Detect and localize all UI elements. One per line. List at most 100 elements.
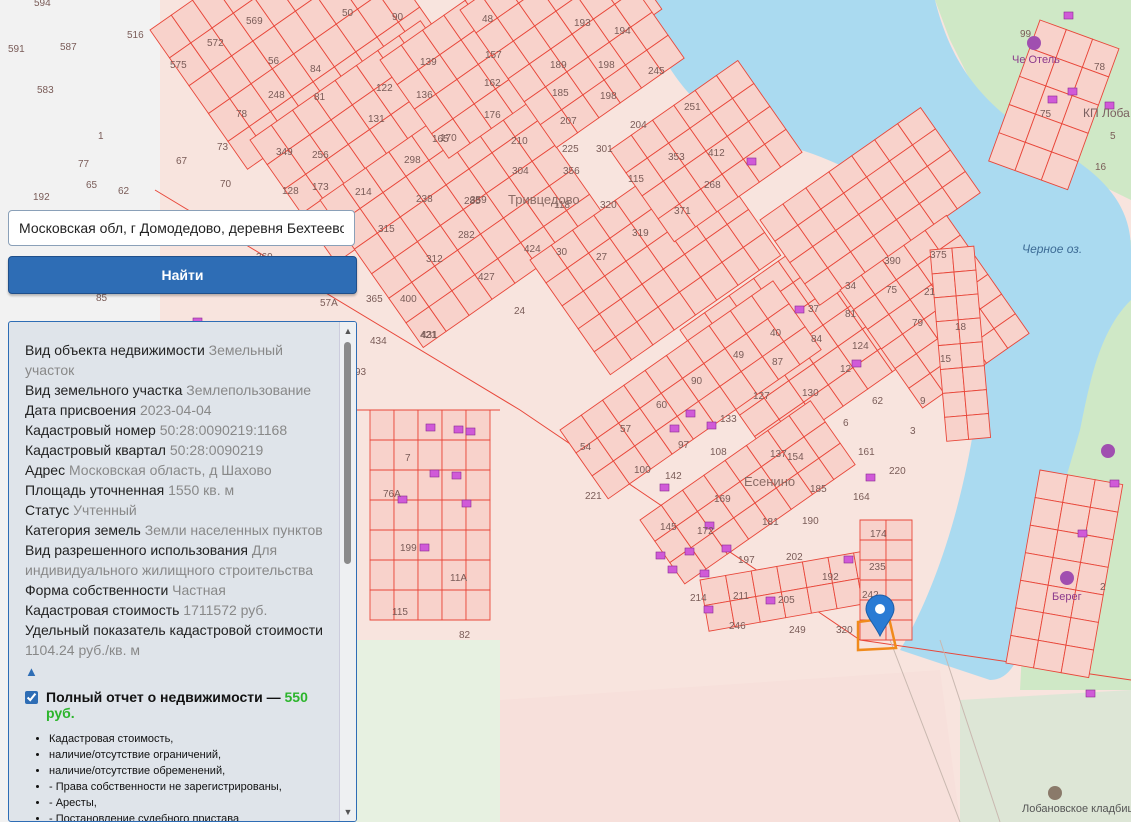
parcel[interactable] bbox=[776, 561, 808, 593]
parcel[interactable] bbox=[885, 519, 913, 541]
parcel[interactable] bbox=[393, 499, 419, 531]
parcel-number-label: 50 bbox=[342, 8, 354, 19]
parcel-number-label: 583 bbox=[37, 85, 54, 96]
parcel[interactable] bbox=[955, 293, 981, 321]
parcel[interactable] bbox=[417, 589, 443, 621]
parcel[interactable] bbox=[465, 439, 491, 471]
parcel[interactable] bbox=[953, 269, 979, 297]
parcel[interactable] bbox=[465, 559, 491, 591]
parcel[interactable] bbox=[1033, 639, 1067, 674]
parcel-number-label: 78 bbox=[236, 109, 248, 120]
parcel-number-label: 315 bbox=[378, 224, 395, 235]
cemetery-icon bbox=[1048, 786, 1062, 800]
property-row: Адрес Московская область, д Шахово bbox=[25, 460, 328, 480]
property-info-panel[interactable]: Вид объекта недвижимости Земельный участ… bbox=[8, 321, 357, 822]
parcel[interactable] bbox=[1020, 552, 1054, 586]
parcel[interactable] bbox=[1065, 617, 1099, 651]
full-report-checkbox[interactable] bbox=[25, 691, 38, 704]
parcel[interactable] bbox=[750, 565, 782, 598]
parcel[interactable] bbox=[369, 499, 395, 531]
parcel[interactable] bbox=[441, 589, 467, 621]
parcel[interactable] bbox=[951, 245, 977, 273]
property-row: Кадастровая стоимость 1711572 руб. bbox=[25, 600, 328, 620]
parcel[interactable] bbox=[1024, 524, 1059, 559]
parcel-number-label: 100 bbox=[634, 465, 651, 476]
parcel[interactable] bbox=[1005, 634, 1039, 669]
parcel[interactable] bbox=[369, 529, 395, 561]
poi-icon-2[interactable] bbox=[1101, 444, 1115, 458]
parcel[interactable] bbox=[961, 365, 987, 393]
parcel[interactable] bbox=[1010, 607, 1044, 641]
building bbox=[453, 425, 464, 434]
parcel[interactable] bbox=[441, 439, 467, 471]
parcel[interactable] bbox=[465, 529, 491, 561]
parcel[interactable] bbox=[1084, 506, 1119, 541]
parcel[interactable] bbox=[933, 295, 959, 323]
parcel[interactable] bbox=[1015, 579, 1049, 614]
poi-icon-3[interactable] bbox=[1060, 571, 1074, 585]
parcel[interactable] bbox=[393, 409, 419, 441]
parcel-number-label: 79 bbox=[912, 318, 924, 329]
property-value: 50:28:0090219:1168 bbox=[159, 422, 288, 438]
parcel[interactable] bbox=[939, 367, 965, 394]
building bbox=[843, 555, 854, 564]
parcel[interactable] bbox=[832, 577, 864, 610]
parcel[interactable] bbox=[465, 409, 491, 441]
parcel-number-label: 1 bbox=[98, 131, 104, 142]
parcel-number-label: 245 bbox=[648, 66, 665, 77]
parcel[interactable] bbox=[931, 271, 957, 299]
parcel[interactable] bbox=[859, 539, 887, 561]
search-input[interactable] bbox=[8, 210, 355, 246]
parcel-number-label: 16 bbox=[1095, 162, 1107, 173]
parcel[interactable] bbox=[441, 529, 467, 561]
parcel[interactable] bbox=[465, 589, 491, 621]
parcel[interactable] bbox=[1080, 534, 1114, 568]
hotel-icon[interactable] bbox=[1027, 36, 1041, 50]
full-report-option[interactable]: Полный отчет о недвижимости — 550 руб. bbox=[25, 689, 328, 721]
parcel[interactable] bbox=[959, 341, 985, 369]
parcel[interactable] bbox=[1060, 644, 1095, 679]
scroll-up-icon[interactable]: ▲ bbox=[340, 324, 356, 338]
parcel[interactable] bbox=[1037, 612, 1072, 646]
parcel[interactable] bbox=[417, 499, 443, 531]
parcel[interactable] bbox=[885, 539, 913, 561]
scroll-thumb[interactable] bbox=[344, 342, 351, 564]
parcel-number-label: 365 bbox=[366, 294, 383, 305]
parcel[interactable] bbox=[806, 582, 838, 614]
parcel-number-label: 6 bbox=[843, 418, 849, 429]
parcel-number-label: 57А bbox=[320, 298, 338, 309]
parcel[interactable] bbox=[944, 414, 970, 442]
scroll-down-icon[interactable]: ▼ bbox=[340, 805, 356, 819]
parcel[interactable] bbox=[966, 413, 992, 440]
collapse-arrow-icon[interactable]: ▲ bbox=[25, 664, 328, 679]
parcel-number-label: 122 bbox=[376, 83, 393, 94]
parcel[interactable] bbox=[441, 409, 467, 441]
parcel[interactable] bbox=[369, 439, 395, 471]
property-row: Кадастровый квартал 50:28:0090219 bbox=[25, 440, 328, 460]
report-items-list: Кадастровая стоимость,наличие/отсутствие… bbox=[25, 731, 328, 821]
parcel[interactable] bbox=[465, 469, 491, 501]
building bbox=[429, 469, 440, 478]
parcel[interactable] bbox=[417, 559, 443, 591]
parcel[interactable] bbox=[963, 389, 989, 416]
parcel-number-label: 349 bbox=[276, 147, 293, 158]
parcel[interactable] bbox=[369, 589, 395, 621]
parcel-number-label: 192 bbox=[822, 572, 839, 583]
panel-scrollbar[interactable]: ▲ ▼ bbox=[339, 322, 356, 821]
parcel[interactable] bbox=[1034, 469, 1069, 503]
parcel[interactable] bbox=[942, 391, 968, 418]
parcel[interactable] bbox=[1029, 497, 1064, 531]
find-button[interactable]: Найти bbox=[8, 256, 357, 294]
parcel[interactable] bbox=[885, 559, 913, 581]
building bbox=[699, 569, 710, 578]
building bbox=[685, 409, 696, 418]
parcel[interactable] bbox=[417, 439, 443, 471]
parcel[interactable] bbox=[393, 559, 419, 591]
building bbox=[425, 423, 436, 432]
building bbox=[667, 565, 678, 574]
building bbox=[1047, 95, 1058, 104]
parcel[interactable] bbox=[1062, 474, 1096, 508]
parcel[interactable] bbox=[885, 579, 913, 601]
parcel[interactable] bbox=[369, 409, 395, 441]
parcel[interactable] bbox=[369, 559, 395, 591]
